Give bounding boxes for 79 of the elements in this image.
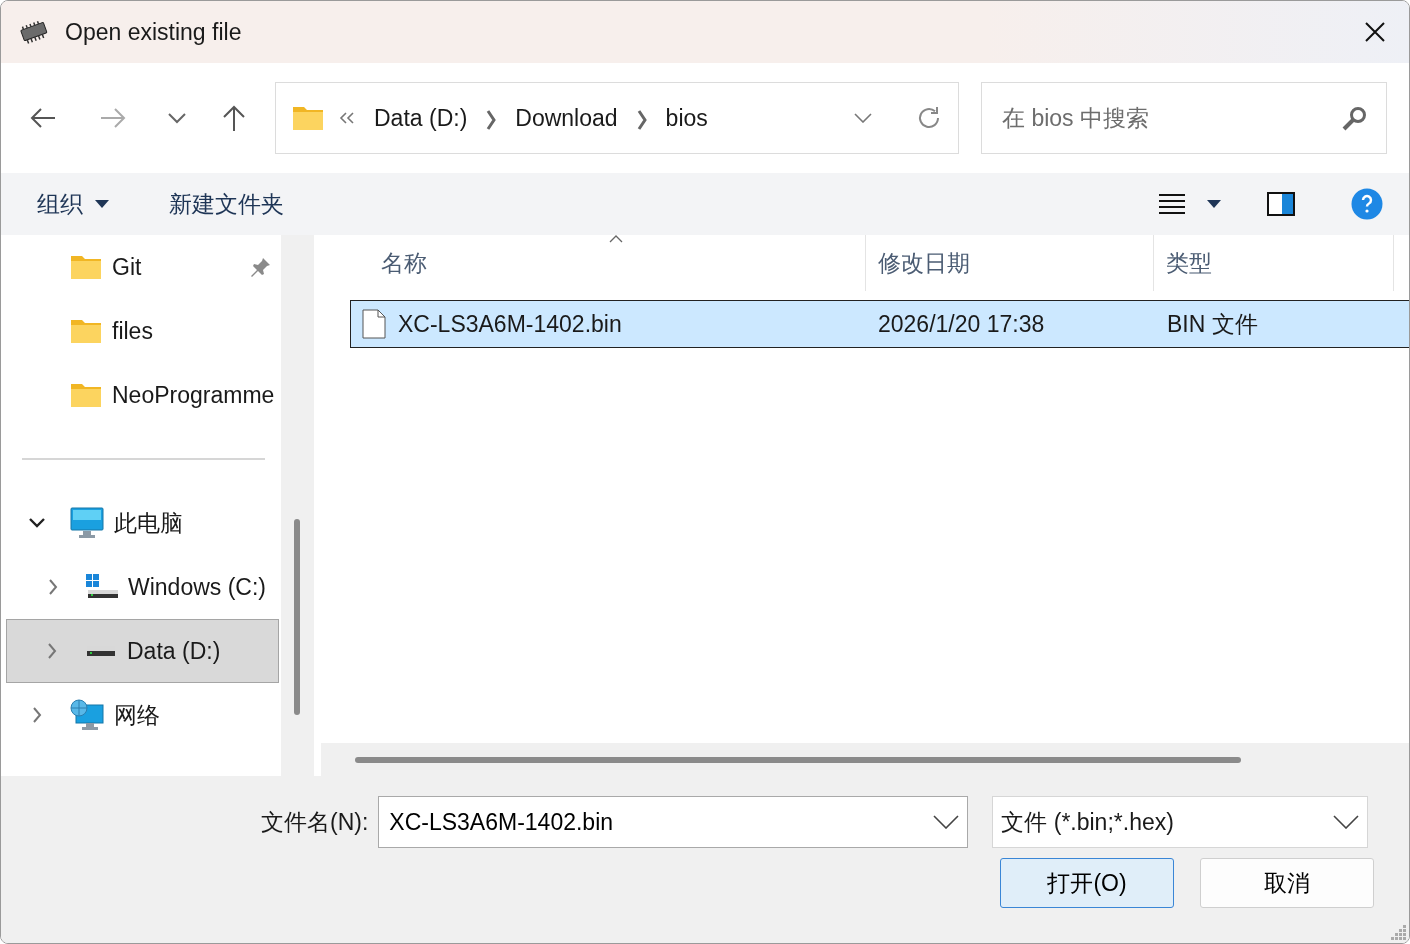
sidebar-item[interactable]: Windows (C:) — [1, 555, 281, 619]
caret-down-icon — [1207, 200, 1221, 208]
breadcrumb-separator-icon — [635, 109, 648, 131]
file-row[interactable]: XC-LS3A6M-1402.bin 2026/1/20 17:38 BIN 文件 — [350, 300, 1409, 348]
new-folder-button[interactable]: 新建文件夹 — [169, 186, 284, 222]
breadcrumb-item[interactable]: Download — [511, 100, 622, 136]
monitor-icon — [70, 507, 104, 539]
sidebar-item[interactable]: NeoProgramme — [1, 363, 281, 427]
address-dropdown-button[interactable] — [854, 113, 872, 123]
overflow-chevrons-icon — [338, 111, 356, 125]
sidebar-item[interactable]: Data (D:) — [6, 619, 279, 683]
chevron-right-icon[interactable] — [48, 578, 58, 596]
scrollbar-thumb[interactable] — [294, 519, 300, 715]
up-button[interactable] — [221, 104, 247, 132]
chevron-down-icon — [854, 113, 872, 123]
open-button[interactable]: 打开(O) — [1000, 858, 1174, 908]
scrollbar-thumb[interactable] — [355, 756, 1241, 763]
back-arrow-icon — [29, 106, 57, 130]
chevron-right-icon[interactable] — [47, 642, 57, 660]
organize-button[interactable]: 组织 — [37, 186, 109, 222]
item-label: NeoProgramme — [112, 380, 275, 410]
chevron-down-icon — [167, 112, 187, 124]
sidebar-item[interactable]: Git — [1, 235, 281, 299]
help-icon — [1351, 188, 1383, 220]
folder-icon — [70, 317, 102, 345]
folder-icon — [70, 253, 102, 281]
search-icon — [1342, 105, 1368, 131]
back-button[interactable] — [29, 106, 57, 130]
cancel-button[interactable]: 取消 — [1200, 858, 1374, 908]
close-button[interactable] — [1363, 20, 1387, 44]
forward-button[interactable] — [99, 106, 127, 130]
file-name-field[interactable]: XC-LS3A6M-1402.bin — [387, 803, 934, 841]
forward-arrow-icon — [99, 106, 127, 130]
file-name: XC-LS3A6M-1402.bin — [398, 309, 623, 339]
system-drive-icon — [86, 574, 118, 600]
chevron-down-icon — [933, 815, 960, 829]
folder-icon — [292, 104, 324, 132]
refresh-icon — [916, 105, 942, 131]
preview-pane-icon — [1267, 192, 1295, 216]
column-header[interactable]: 类型 — [1154, 235, 1394, 291]
breadcrumb-separator-icon — [485, 109, 498, 131]
window-title: Open existing file — [65, 17, 242, 47]
file-date: 2026/1/20 17:38 — [878, 309, 1046, 339]
item-label: Windows (C:) — [128, 572, 266, 602]
close-icon — [1363, 20, 1387, 44]
chevron-down-icon — [1333, 815, 1360, 829]
resize-grip-icon[interactable] — [1391, 925, 1407, 941]
sidebar-item[interactable]: 此电脑 — [1, 491, 281, 555]
refresh-button[interactable] — [916, 105, 942, 131]
item-label: Git — [112, 252, 142, 282]
sidebar-item[interactable]: files — [1, 299, 281, 363]
list-view-icon — [1159, 193, 1185, 215]
view-dropdown-button[interactable] — [1207, 200, 1221, 208]
help-button[interactable] — [1351, 188, 1383, 220]
chevron-right-icon[interactable] — [32, 706, 42, 724]
chevron-down-icon[interactable] — [28, 517, 46, 529]
item-label: 网络 — [114, 700, 160, 730]
breadcrumb-item[interactable]: bios — [661, 100, 712, 136]
view-options-button[interactable] — [1159, 193, 1185, 215]
caret-down-icon — [95, 200, 109, 208]
file-type: BIN 文件 — [1167, 309, 1258, 339]
sidebar-item[interactable]: 网络 — [1, 683, 281, 747]
file-icon — [362, 309, 386, 339]
preview-pane-button[interactable] — [1267, 192, 1295, 216]
folder-icon — [70, 381, 102, 409]
file-type-dropdown[interactable]: 文件 (*.bin;*.hex) — [992, 796, 1369, 848]
search-box[interactable]: 在 bios 中搜索 — [981, 82, 1387, 154]
column-header[interactable]: 名称 — [321, 235, 866, 291]
item-label: Data (D:) — [127, 636, 221, 666]
up-arrow-icon — [221, 104, 247, 132]
file-name-label: 文件名(N): — [261, 807, 369, 837]
network-icon — [70, 699, 104, 731]
file-name-combobox[interactable]: XC-LS3A6M-1402.bin — [378, 796, 969, 848]
breadcrumb-item[interactable]: Data (D:) — [370, 100, 472, 136]
address-bar[interactable]: Data (D:) Download bios — [275, 82, 959, 154]
column-header[interactable]: 修改日期 — [866, 235, 1154, 291]
item-label: 此电脑 — [114, 508, 183, 538]
recent-locations-button[interactable] — [167, 112, 187, 124]
item-label: files — [112, 316, 153, 346]
